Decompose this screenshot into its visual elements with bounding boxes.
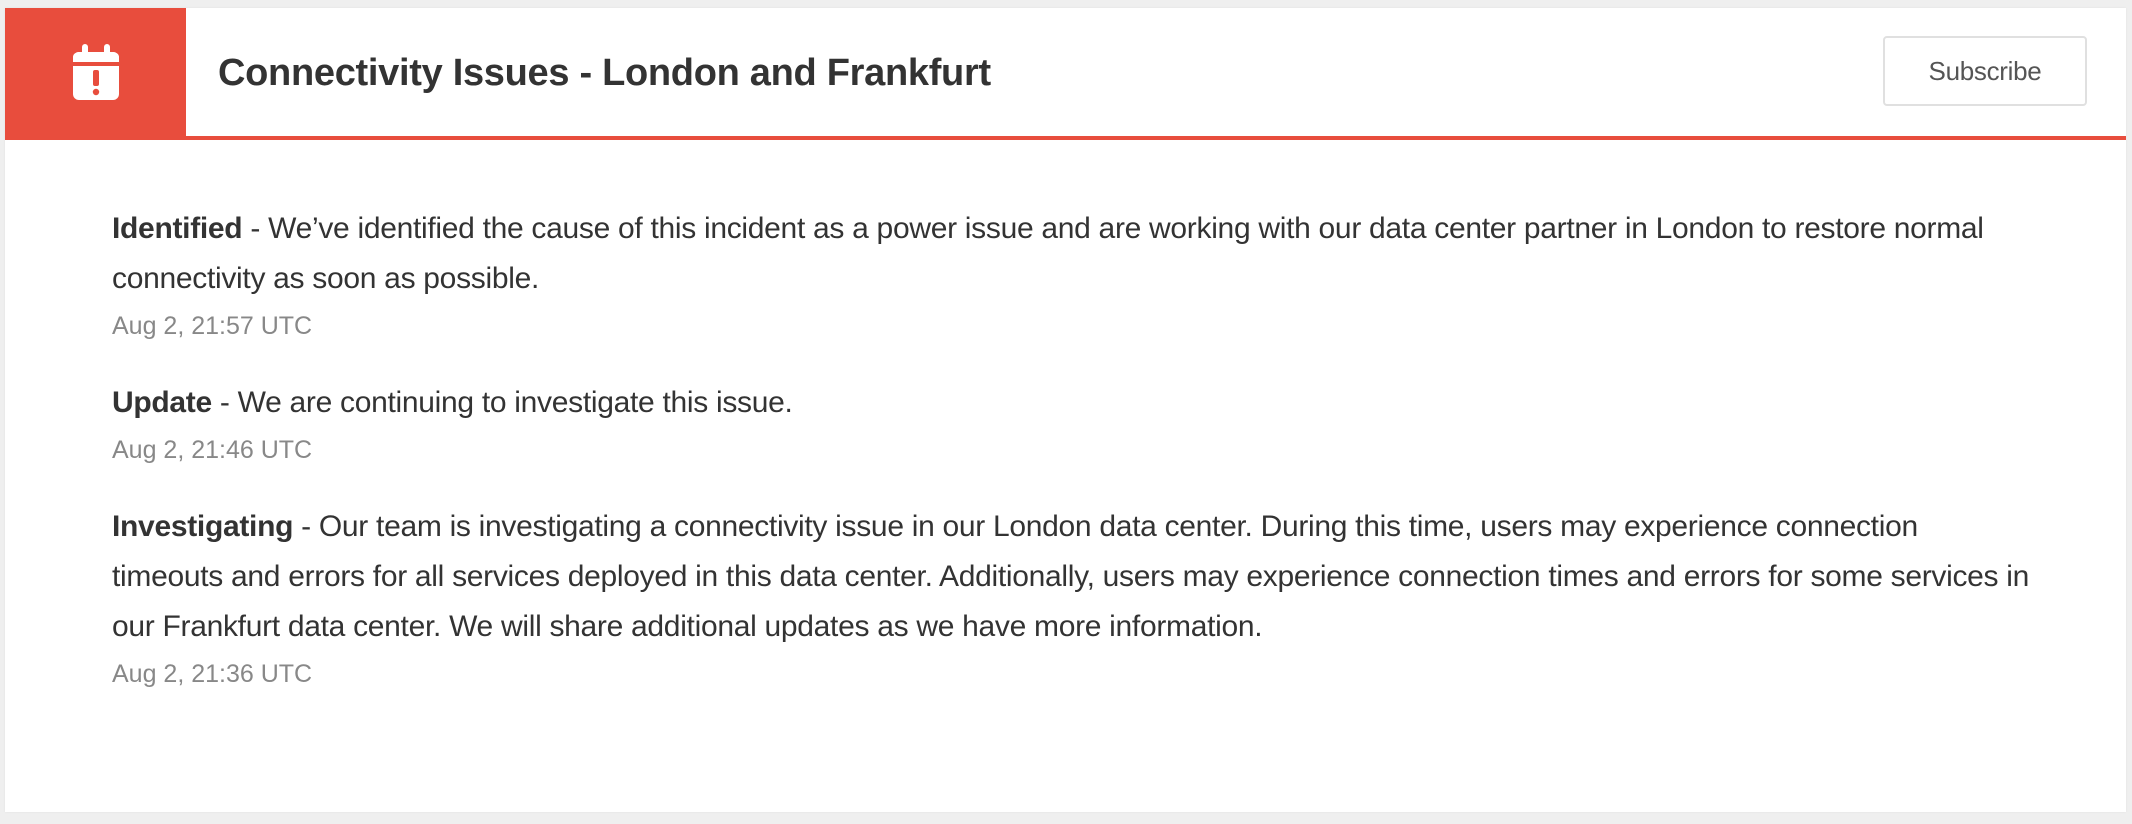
update-timestamp: Aug 2, 21:57 UTC [112, 312, 313, 340]
update-status: Investigating [112, 510, 294, 543]
incident-header: Connectivity Issues - London and Frankfu… [5, 8, 2126, 140]
incident-update: Update - We are continuing to investigat… [112, 378, 2032, 466]
update-message: We are continuing to investigate this is… [237, 386, 793, 419]
update-separator: - [242, 212, 269, 245]
incident-icon-box [5, 8, 186, 136]
update-status: Update [112, 386, 212, 419]
incident-updates: Identified - We’ve identified the cause … [112, 204, 2032, 690]
incident-update: Identified - We’ve identified the cause … [112, 204, 2032, 342]
update-text: Investigating - Our team is investigatin… [112, 502, 2032, 652]
update-separator: - [211, 386, 238, 419]
incident-card: Connectivity Issues - London and Frankfu… [5, 8, 2126, 812]
update-message: We’ve identified the cause of this incid… [112, 212, 1984, 295]
update-timestamp: Aug 2, 21:36 UTC [112, 660, 313, 688]
incident-title: Connectivity Issues - London and Frankfu… [218, 52, 991, 94]
update-text: Identified - We’ve identified the cause … [112, 204, 2032, 304]
subscribe-button[interactable]: Subscribe [1883, 36, 2087, 106]
incident-update: Investigating - Our team is investigatin… [112, 502, 2032, 690]
update-timestamp: Aug 2, 21:46 UTC [112, 436, 313, 464]
update-message: Our team is investigating a connectivity… [112, 510, 2030, 643]
calendar-alert-icon [73, 44, 119, 100]
update-status: Identified [112, 212, 243, 245]
update-text: Update - We are continuing to investigat… [112, 378, 2032, 428]
update-separator: - [293, 510, 319, 543]
